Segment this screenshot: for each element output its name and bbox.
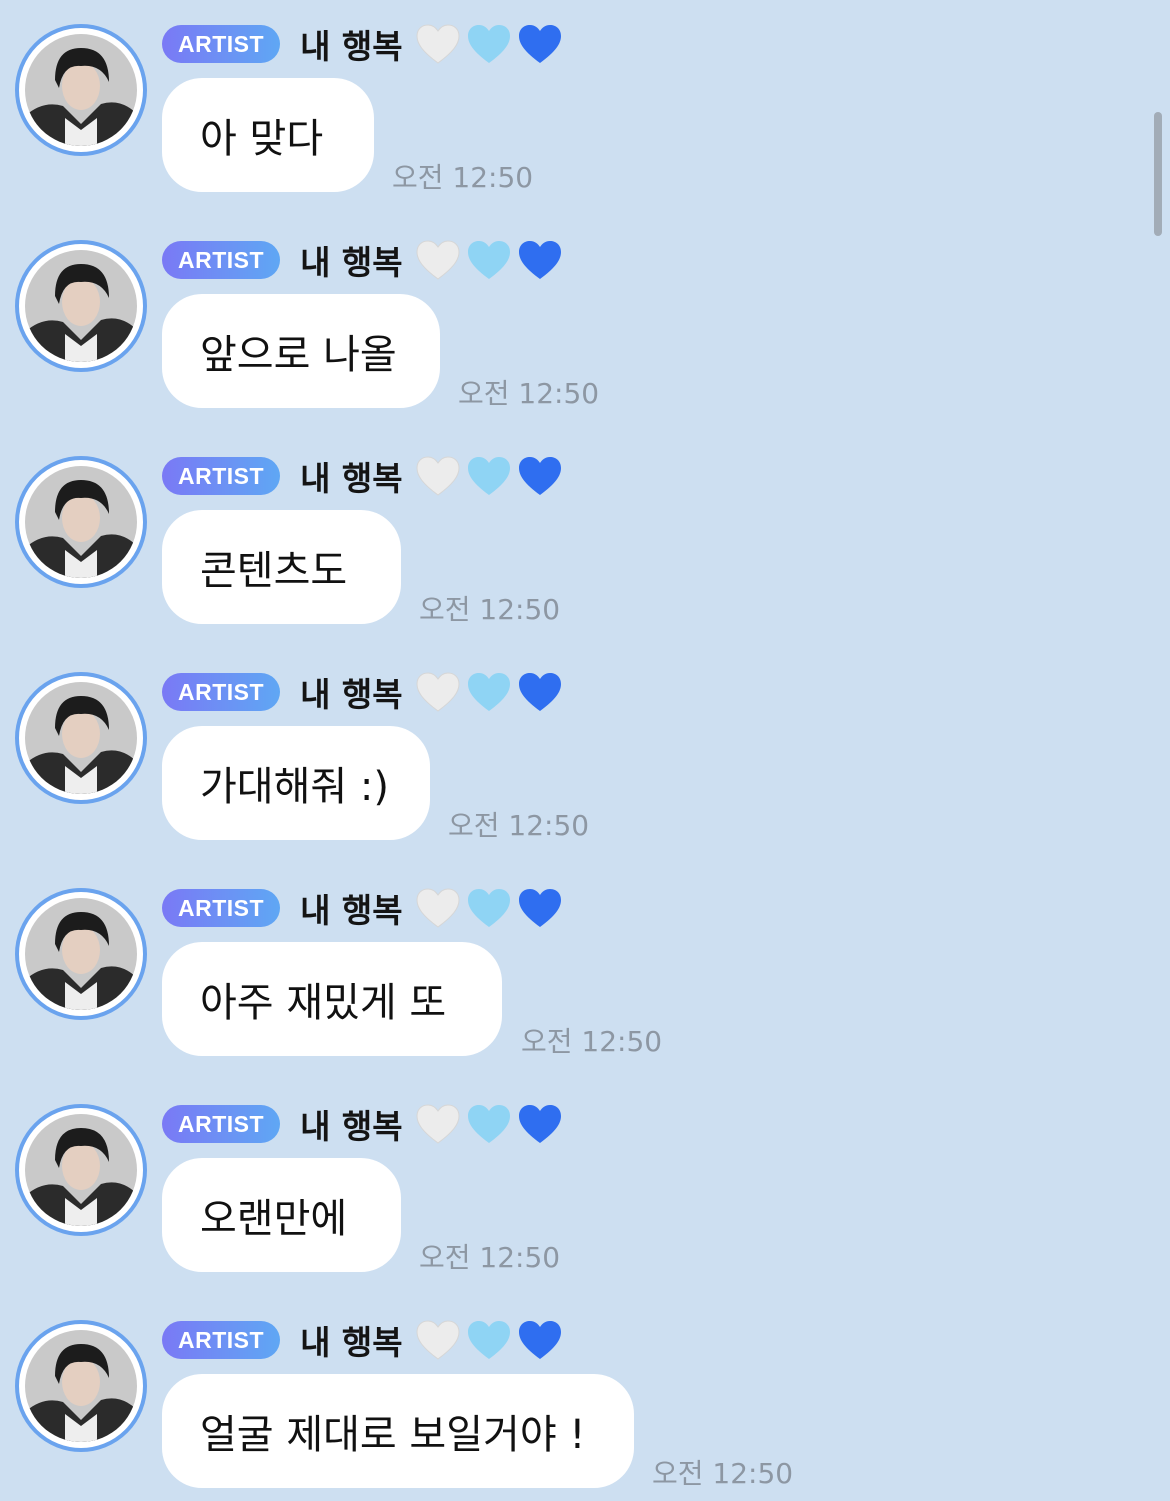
message-bubble[interactable]: 아주 재밌게 또 <box>162 942 502 1056</box>
light-blue-heart-icon <box>467 241 510 279</box>
light-blue-heart-icon <box>467 25 510 63</box>
light-blue-heart-icon <box>467 673 510 711</box>
message-row: ARTIST 내 행복 아주 재밌게 또 오전 12:50 <box>0 864 1140 1064</box>
message-timestamp: 오전 12:50 <box>392 161 534 194</box>
avatar[interactable] <box>15 672 147 804</box>
blue-heart-icon <box>518 1321 561 1359</box>
sender-name[interactable]: 내 행복 <box>300 668 403 716</box>
message-bubble[interactable]: 아 맞다 <box>162 78 374 192</box>
sender-name[interactable]: 내 행복 <box>300 20 403 68</box>
sender-header: ARTIST 내 행복 <box>162 1319 568 1362</box>
light-blue-heart-icon <box>467 889 510 927</box>
message-timestamp: 오전 12:50 <box>652 1457 794 1490</box>
sender-name[interactable]: 내 행복 <box>300 236 403 284</box>
message-timestamp: 오전 12:50 <box>521 1025 663 1058</box>
sender-name[interactable]: 내 행복 <box>300 884 403 932</box>
avatar-photo <box>25 1114 137 1226</box>
avatar-photo <box>25 34 137 146</box>
heart-emojis <box>415 887 568 929</box>
heart-emojis <box>415 239 568 281</box>
blue-heart-icon <box>518 25 561 63</box>
sender-header: ARTIST 내 행복 <box>162 887 568 930</box>
blue-heart-icon <box>518 889 561 927</box>
message-timestamp: 오전 12:50 <box>419 1241 561 1274</box>
avatar[interactable] <box>15 24 147 156</box>
blue-heart-icon <box>518 1105 561 1143</box>
artist-badge: ARTIST <box>162 241 281 279</box>
avatar[interactable] <box>15 888 147 1020</box>
light-blue-heart-icon <box>467 1321 510 1359</box>
light-blue-heart-icon <box>467 457 510 495</box>
sender-name[interactable]: 내 행복 <box>300 452 403 500</box>
sender-name[interactable]: 내 행복 <box>300 1316 403 1364</box>
artist-badge: ARTIST <box>162 889 281 927</box>
scrollbar-thumb[interactable] <box>1154 112 1162 236</box>
message-row: ARTIST 내 행복 가대해줘 :) 오전 12:50 <box>0 648 1140 848</box>
heart-emojis <box>415 1319 568 1361</box>
heart-emojis <box>415 671 568 713</box>
white-heart-icon <box>416 672 460 712</box>
artist-badge: ARTIST <box>162 673 281 711</box>
sender-header: ARTIST 내 행복 <box>162 23 568 66</box>
heart-emojis <box>415 23 568 65</box>
message-bubble[interactable]: 가대해줘 :) <box>162 726 430 840</box>
white-heart-icon <box>416 240 460 280</box>
avatar[interactable] <box>15 1104 147 1236</box>
sender-header: ARTIST 내 행복 <box>162 671 568 714</box>
message-bubble[interactable]: 오랜만에 <box>162 1158 401 1272</box>
white-heart-icon <box>416 1320 460 1360</box>
message-timestamp: 오전 12:50 <box>419 593 561 626</box>
avatar-photo <box>25 250 137 362</box>
message-row: ARTIST 내 행복 아 맞다 오전 12:50 <box>0 0 1140 200</box>
avatar[interactable] <box>15 1320 147 1452</box>
message-row: ARTIST 내 행복 얼굴 제대로 보일거야 ! 오전 12:50 <box>0 1296 1140 1496</box>
sender-header: ARTIST 내 행복 <box>162 239 568 282</box>
artist-badge: ARTIST <box>162 457 281 495</box>
blue-heart-icon <box>518 241 561 279</box>
sender-header: ARTIST 내 행복 <box>162 455 568 498</box>
message-bubble[interactable]: 콘텐츠도 <box>162 510 401 624</box>
white-heart-icon <box>416 24 460 64</box>
avatar[interactable] <box>15 456 147 588</box>
white-heart-icon <box>416 888 460 928</box>
message-row: ARTIST 내 행복 콘텐츠도 오전 12:50 <box>0 432 1140 632</box>
heart-emojis <box>415 455 568 497</box>
avatar-photo <box>25 898 137 1010</box>
chat-message-list[interactable]: ARTIST 내 행복 아 맞다 오전 12:50 ARTIST 내 행복 앞으… <box>0 0 1170 1501</box>
message-bubble[interactable]: 앞으로 나올 <box>162 294 440 408</box>
avatar-photo <box>25 466 137 578</box>
sender-header: ARTIST 내 행복 <box>162 1103 568 1146</box>
message-bubble[interactable]: 얼굴 제대로 보일거야 ! <box>162 1374 634 1488</box>
sender-name[interactable]: 내 행복 <box>300 1100 403 1148</box>
avatar-photo <box>25 682 137 794</box>
message-timestamp: 오전 12:50 <box>458 377 600 410</box>
artist-badge: ARTIST <box>162 1105 281 1143</box>
avatar-photo <box>25 1330 137 1442</box>
message-row: ARTIST 내 행복 오랜만에 오전 12:50 <box>0 1080 1140 1280</box>
artist-badge: ARTIST <box>162 25 281 63</box>
white-heart-icon <box>416 1104 460 1144</box>
message-timestamp: 오전 12:50 <box>448 809 590 842</box>
blue-heart-icon <box>518 457 561 495</box>
avatar[interactable] <box>15 240 147 372</box>
message-row: ARTIST 내 행복 앞으로 나올 오전 12:50 <box>0 216 1140 416</box>
blue-heart-icon <box>518 673 561 711</box>
artist-badge: ARTIST <box>162 1321 281 1359</box>
heart-emojis <box>415 1103 568 1145</box>
light-blue-heart-icon <box>467 1105 510 1143</box>
white-heart-icon <box>416 456 460 496</box>
